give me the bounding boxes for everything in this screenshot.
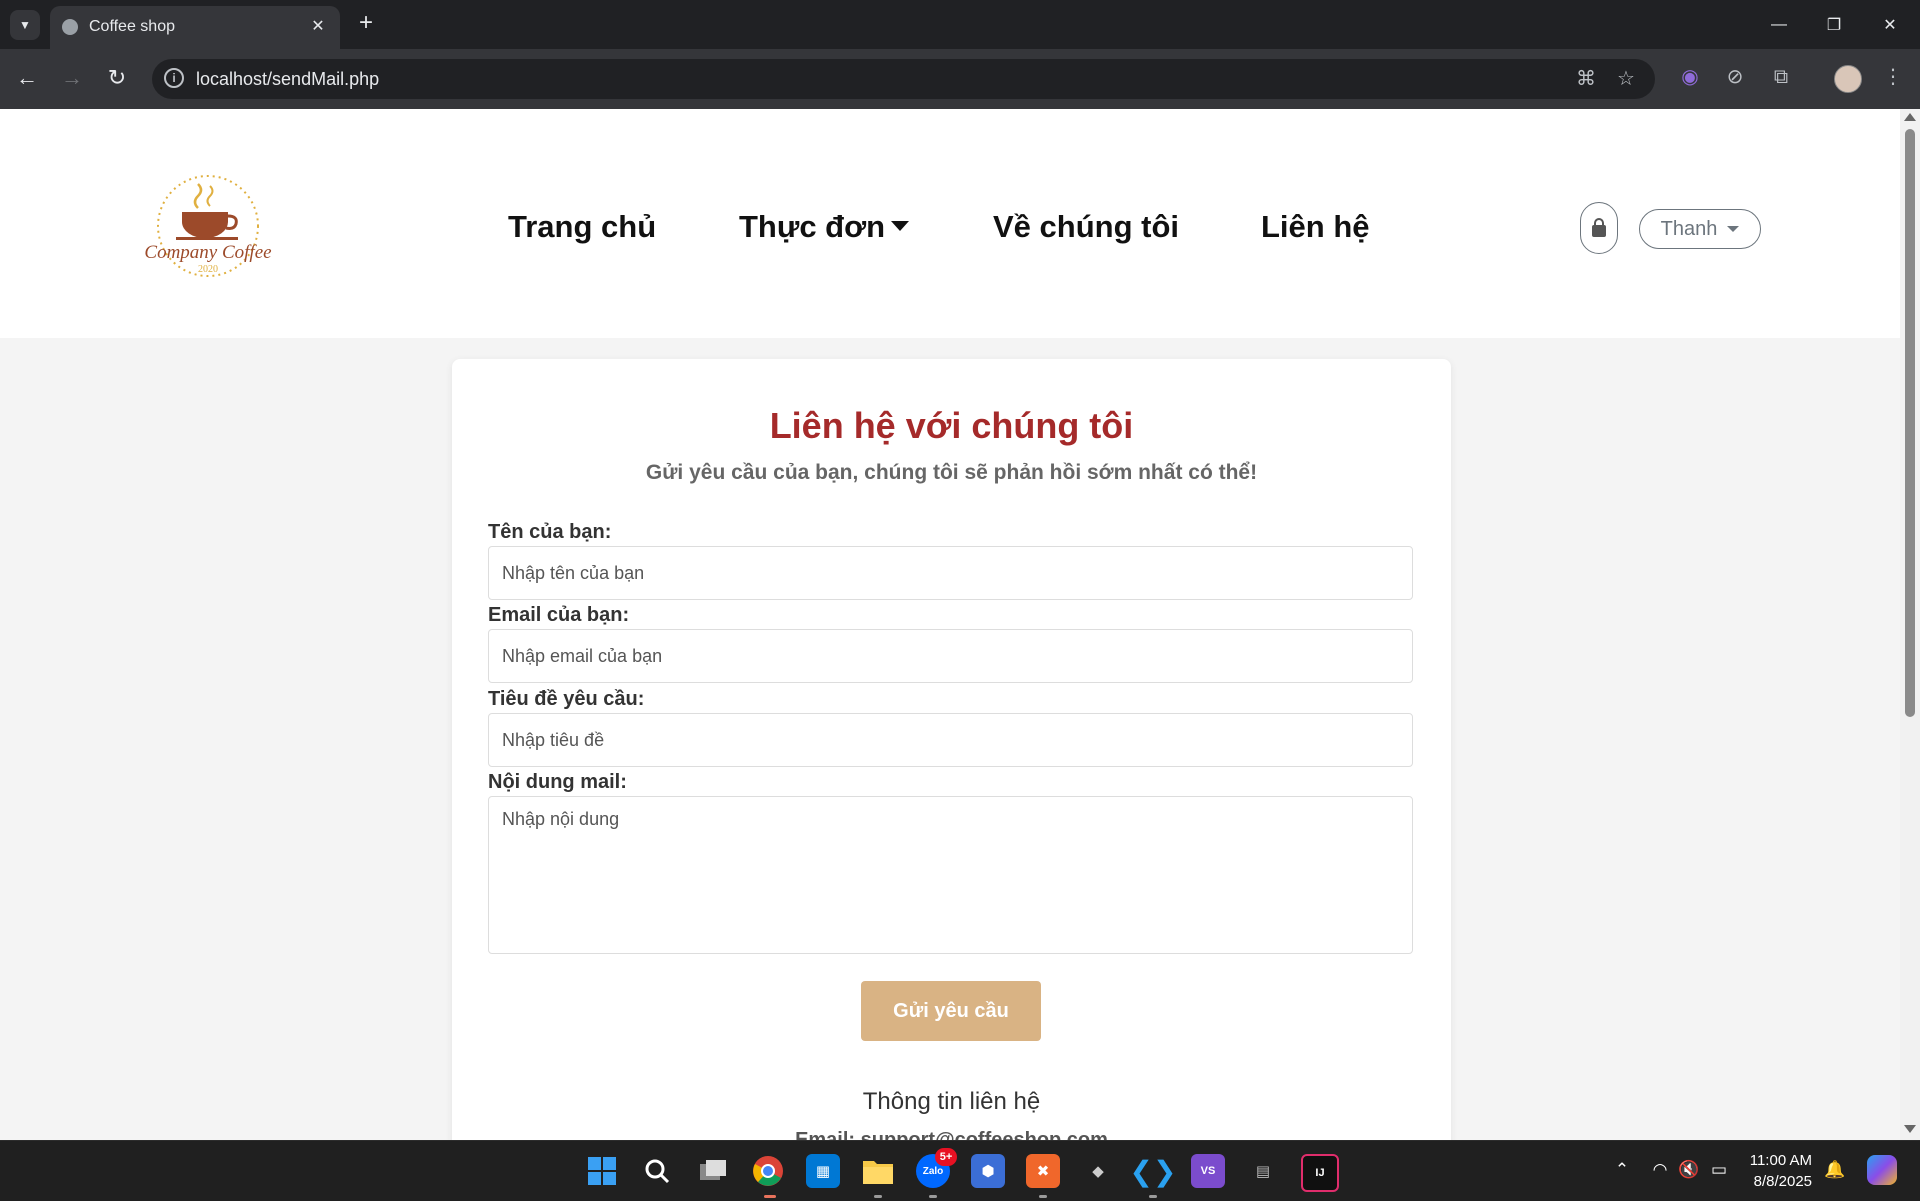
browser-tab-bar: ▼ Coffee shop ✕ + — ❐ ✕ [0, 0, 1920, 49]
clock-time: 11:00 AM [1749, 1152, 1812, 1169]
caret-down-icon [1727, 226, 1740, 232]
3d-box-app-icon[interactable]: ⬢ [971, 1154, 1005, 1188]
contact-form-card: Liên hệ với chúng tôi Gửi yêu cầu của bạ… [452, 359, 1451, 1140]
show-hidden-icons-chevron[interactable]: ⌃ [1610, 1158, 1634, 1182]
search-icon[interactable] [640, 1154, 674, 1188]
nav-menu-dropdown[interactable]: Thực đơn [739, 209, 910, 245]
app-indicator [929, 1195, 937, 1198]
app-indicator [874, 1195, 882, 1198]
restore-button[interactable]: ❐ [1806, 0, 1862, 49]
contact-info-title: Thông tin liên hệ [862, 1088, 1041, 1115]
shopping-bag-icon [1592, 218, 1606, 237]
page-scrollbar[interactable] [1900, 109, 1920, 1140]
minimize-button[interactable]: — [1751, 0, 1807, 49]
compass-icon[interactable]: ⊘ [1722, 64, 1748, 90]
forward-arrow-icon[interactable]: → [58, 64, 86, 92]
app-indicator [1149, 1195, 1157, 1198]
close-window-button[interactable]: ✕ [1862, 0, 1918, 49]
database-icon[interactable]: ▤ [1246, 1154, 1280, 1188]
more-menu-icon[interactable]: ⋮ [1880, 64, 1906, 90]
extensions-puzzle-icon[interactable]: ⧉ [1768, 64, 1794, 90]
nav-contact[interactable]: Liên hệ [1261, 209, 1370, 245]
form-title: Liên hệ với chúng tôi [769, 405, 1134, 446]
wifi-icon[interactable]: ◠ [1648, 1158, 1672, 1182]
email-input[interactable] [488, 629, 1413, 683]
name-input[interactable] [488, 546, 1413, 600]
content-label: Nội dung mail: [488, 771, 627, 793]
logo-text: Company Coffee [144, 242, 271, 263]
nav-about[interactable]: Về chúng tôi [993, 209, 1179, 245]
email-label: Email của bạn: [488, 604, 630, 626]
cart-button[interactable] [1580, 202, 1618, 254]
scroll-down-icon[interactable] [1904, 1125, 1916, 1133]
scroll-up-icon[interactable] [1904, 113, 1916, 121]
visual-studio-icon[interactable]: VS [1191, 1154, 1225, 1188]
url-text[interactable]: localhost/sendMail.php [196, 69, 379, 90]
intellij-icon[interactable]: IJ [1301, 1154, 1339, 1192]
xampp-icon[interactable]: ✖ [1026, 1154, 1060, 1188]
contact-email: Email: support@coffeeshop.com [795, 1129, 1108, 1140]
vscode-icon[interactable]: ❮❯ [1130, 1154, 1177, 1188]
site-info-icon[interactable]: i [164, 68, 184, 88]
chevron-down-icon: ▼ [19, 18, 31, 32]
site-header: Company Coffee 2020 Trang chủ Thực đơn V… [0, 109, 1900, 338]
speaker-muted-icon[interactable]: 🔇 [1677, 1158, 1701, 1182]
nav-menu-label: Thực đơn [739, 209, 886, 244]
user-name: Thanh [1660, 217, 1718, 240]
active-app-indicator [764, 1195, 776, 1198]
bookmark-star-icon[interactable]: ☆ [1614, 67, 1638, 91]
reload-icon[interactable]: ↻ [103, 64, 131, 92]
name-label: Tên của bạn: [488, 521, 612, 543]
profile-avatar[interactable] [1834, 65, 1862, 93]
subject-label: Tiêu đề yêu cầu: [488, 688, 645, 710]
caret-down-icon [891, 220, 910, 231]
virtual-machine-icon[interactable]: ◆ [1081, 1154, 1115, 1188]
file-explorer-icon[interactable] [861, 1154, 895, 1188]
copilot-icon[interactable] [1867, 1155, 1897, 1185]
translate-icon[interactable]: ⌘ [1574, 67, 1598, 91]
address-bar[interactable]: i localhost/sendMail.php ⌘ ☆ [152, 59, 1655, 99]
microsoft-store-icon[interactable]: ▦ [806, 1154, 840, 1188]
windows-start-icon[interactable] [585, 1154, 619, 1188]
scrollbar-thumb[interactable] [1905, 129, 1915, 717]
subject-input[interactable] [488, 713, 1413, 767]
extension-brain-icon[interactable]: ◉ [1677, 64, 1703, 90]
new-tab-button[interactable]: + [353, 11, 379, 37]
browser-toolbar: ← → ↻ i localhost/sendMail.php ⌘ ☆ [0, 49, 1920, 110]
close-tab-icon[interactable]: ✕ [308, 17, 328, 37]
app-indicator [1039, 1195, 1047, 1198]
battery-icon[interactable]: ▭ [1707, 1158, 1731, 1182]
notification-badge: 5+ [935, 1148, 957, 1166]
web-page: Company Coffee 2020 Trang chủ Thực đơn V… [0, 109, 1900, 1140]
globe-icon [62, 19, 78, 35]
nav-home[interactable]: Trang chủ [508, 209, 656, 245]
clock-date: 8/8/2025 [1753, 1173, 1812, 1190]
chrome-icon[interactable] [751, 1154, 785, 1188]
logo-year: 2020 [198, 264, 218, 275]
system-clock[interactable]: 11:00 AM 8/8/2025 [1740, 1150, 1812, 1192]
notification-bell-icon[interactable]: 🔔 [1823, 1158, 1847, 1182]
company-coffee-logo[interactable]: Company Coffee 2020 [134, 174, 282, 284]
content-textarea[interactable] [488, 796, 1413, 954]
task-view-icon[interactable] [696, 1154, 730, 1188]
tab-search-button[interactable]: ▼ [10, 10, 40, 40]
user-dropdown-button[interactable]: Thanh [1639, 209, 1761, 249]
back-arrow-icon[interactable]: ← [13, 64, 41, 92]
submit-button[interactable]: Gửi yêu cầu [861, 981, 1041, 1041]
browser-tab[interactable]: Coffee shop ✕ [50, 6, 340, 49]
tab-title: Coffee shop [89, 18, 175, 35]
form-subtitle: Gửi yêu cầu của bạn, chúng tôi sẽ phản h… [645, 461, 1258, 484]
